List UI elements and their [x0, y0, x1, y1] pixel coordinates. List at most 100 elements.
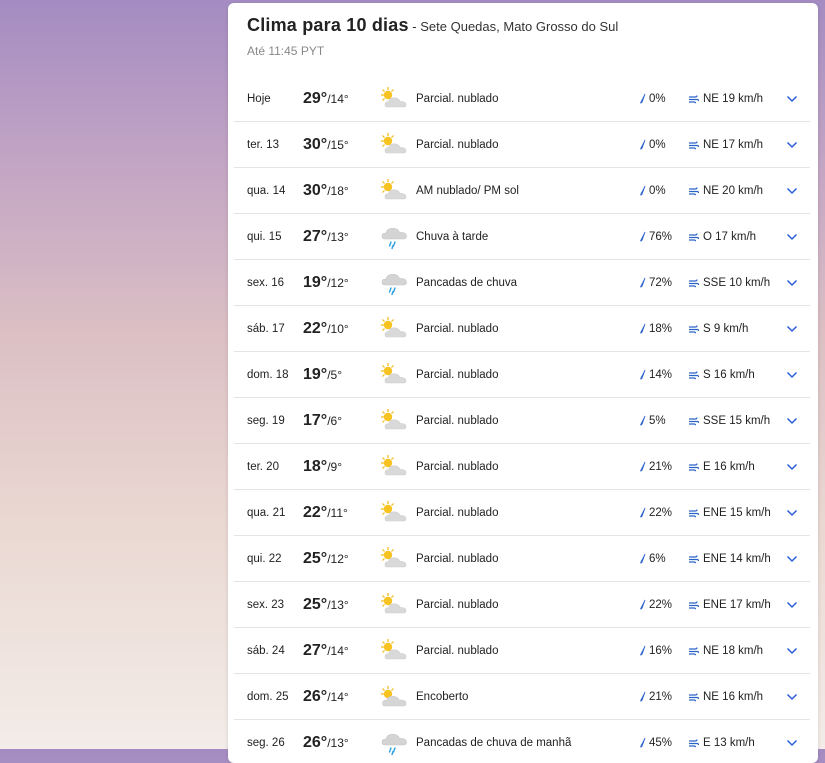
- wind-icon: [689, 232, 699, 241]
- wind-icon: [689, 140, 699, 149]
- location-name: Sete Quedas, Mato Grosso do Sul: [420, 19, 619, 34]
- high-temp: 30°: [303, 135, 328, 153]
- raindrop-icon: [640, 185, 646, 196]
- partly-cloudy-icon: [379, 316, 409, 342]
- temperature: 26°/14°: [303, 688, 349, 706]
- partly-cloudy-icon: [379, 86, 409, 112]
- chevron-down-icon[interactable]: [786, 141, 798, 149]
- precip-chance: 14%: [639, 369, 672, 381]
- wind-value: NE 20 km/h: [703, 184, 764, 197]
- chevron-down-icon[interactable]: [786, 95, 798, 103]
- precip-value: 0%: [649, 92, 666, 105]
- precip-chance: 45%: [639, 737, 672, 749]
- forecast-row[interactable]: sáb. 24 27°/14° Parcial. nublado 16% NE …: [234, 628, 810, 674]
- low-temp: /9°: [327, 459, 343, 474]
- partly-cloudy-icon: [379, 178, 409, 204]
- overcast-icon: [379, 684, 409, 710]
- page-title: Clima para 10 dias: [247, 15, 409, 35]
- precip-chance: 6%: [639, 553, 666, 565]
- wind-icon: [689, 462, 699, 471]
- wind-icon: [689, 738, 699, 747]
- low-temp: /15°: [327, 137, 349, 152]
- chevron-down-icon[interactable]: [786, 555, 798, 563]
- forecast-row[interactable]: qui. 22 25°/12° Parcial. nublado 6% ENE …: [234, 536, 810, 582]
- high-temp: 27°: [303, 641, 328, 659]
- precip-chance: 18%: [639, 323, 672, 335]
- forecast-row[interactable]: sex. 16 19°/12° Pancadas de chuva 72% SS…: [234, 260, 810, 306]
- forecast-row[interactable]: qua. 14 30°/18° AM nublado/ PM sol 0% NE…: [234, 168, 810, 214]
- forecast-row[interactable]: Hoje 29°/14° Parcial. nublado 0% NE 19 k…: [234, 76, 810, 122]
- wind: ENE 15 km/h: [688, 507, 771, 519]
- high-temp: 25°: [303, 549, 328, 567]
- wind: E 13 km/h: [688, 737, 755, 749]
- day-label: ter. 20: [247, 460, 279, 473]
- forecast-row[interactable]: sex. 23 25°/13° Parcial. nublado 22% ENE…: [234, 582, 810, 628]
- forecast-row[interactable]: ter. 13 30°/15° Parcial. nublado 0% NE 1…: [234, 122, 810, 168]
- chevron-down-icon[interactable]: [786, 371, 798, 379]
- chevron-down-icon[interactable]: [786, 693, 798, 701]
- wind-value: S 16 km/h: [703, 368, 755, 381]
- partly-cloudy-icon: [379, 546, 409, 572]
- forecast-row[interactable]: seg. 19 17°/6° Parcial. nublado 5% SSE 1…: [234, 398, 810, 444]
- condition-text: Parcial. nublado: [416, 644, 499, 657]
- chevron-down-icon[interactable]: [786, 463, 798, 471]
- forecast-row[interactable]: dom. 18 19°/5° Parcial. nublado 14% S 16…: [234, 352, 810, 398]
- low-temp: /18°: [327, 183, 349, 198]
- wind: S 16 km/h: [688, 369, 755, 381]
- temperature: 25°/13°: [303, 596, 349, 614]
- temperature: 27°/13°: [303, 228, 349, 246]
- precip-chance: 76%: [639, 231, 672, 243]
- raindrop-icon: [640, 139, 646, 150]
- chevron-down-icon[interactable]: [786, 647, 798, 655]
- high-temp: 19°: [303, 273, 328, 291]
- chevron-down-icon[interactable]: [786, 279, 798, 287]
- wind: S 9 km/h: [688, 323, 748, 335]
- temperature: 19°/5°: [303, 366, 342, 384]
- partly-cloudy-icon: [379, 362, 409, 388]
- temperature: 30°/15°: [303, 136, 349, 154]
- raindrop-icon: [640, 691, 646, 702]
- wind-icon: [689, 278, 699, 287]
- updated-time: Até 11:45 PYT: [247, 44, 325, 58]
- chevron-down-icon[interactable]: [786, 325, 798, 333]
- chevron-down-icon[interactable]: [786, 739, 798, 747]
- condition-text: Parcial. nublado: [416, 322, 499, 335]
- wind: NE 19 km/h: [688, 93, 763, 105]
- forecast-row[interactable]: ter. 20 18°/9° Parcial. nublado 21% E 16…: [234, 444, 810, 490]
- chevron-down-icon[interactable]: [786, 417, 798, 425]
- forecast-row[interactable]: qui. 15 27°/13° Chuva à tarde 76% O 17 k…: [234, 214, 810, 260]
- forecast-row[interactable]: seg. 26 26°/13° Pancadas de chuva de man…: [234, 720, 810, 763]
- forecast-row[interactable]: sáb. 17 22°/10° Parcial. nublado 18% S 9…: [234, 306, 810, 352]
- low-temp: /14°: [327, 689, 349, 704]
- forecast-list: Hoje 29°/14° Parcial. nublado 0% NE 19 k…: [234, 76, 810, 763]
- forecast-row[interactable]: qua. 21 22°/11° Parcial. nublado 22% ENE…: [234, 490, 810, 536]
- low-temp: /5°: [327, 367, 343, 382]
- chevron-down-icon[interactable]: [786, 509, 798, 517]
- wind-value: SSE 10 km/h: [703, 276, 771, 289]
- forecast-row[interactable]: dom. 25 26°/14° Encoberto 21% NE 16 km/h: [234, 674, 810, 720]
- day-label: sáb. 17: [247, 322, 285, 335]
- precip-value: 16%: [649, 644, 673, 657]
- condition-text: Parcial. nublado: [416, 506, 499, 519]
- day-label: qui. 22: [247, 552, 282, 565]
- wind: NE 20 km/h: [688, 185, 763, 197]
- precip-chance: 21%: [639, 691, 672, 703]
- precip-value: 22%: [649, 598, 673, 611]
- wind-value: NE 17 km/h: [703, 138, 764, 151]
- day-label: Hoje: [247, 92, 271, 105]
- chevron-down-icon[interactable]: [786, 187, 798, 195]
- raindrop-icon: [640, 93, 646, 104]
- condition-text: Parcial. nublado: [416, 414, 499, 427]
- wind-value: E 16 km/h: [703, 460, 755, 473]
- wind-icon: [689, 94, 699, 103]
- condition-text: Parcial. nublado: [416, 598, 499, 611]
- precip-value: 45%: [649, 736, 673, 749]
- chevron-down-icon[interactable]: [786, 233, 798, 241]
- temperature: 29°/14°: [303, 90, 349, 108]
- temperature: 18°/9°: [303, 458, 342, 476]
- chevron-down-icon[interactable]: [786, 601, 798, 609]
- wind-value: NE 16 km/h: [703, 690, 764, 703]
- partly-cloudy-icon: [379, 454, 409, 480]
- condition-text: Parcial. nublado: [416, 552, 499, 565]
- precip-chance: 0%: [639, 93, 666, 105]
